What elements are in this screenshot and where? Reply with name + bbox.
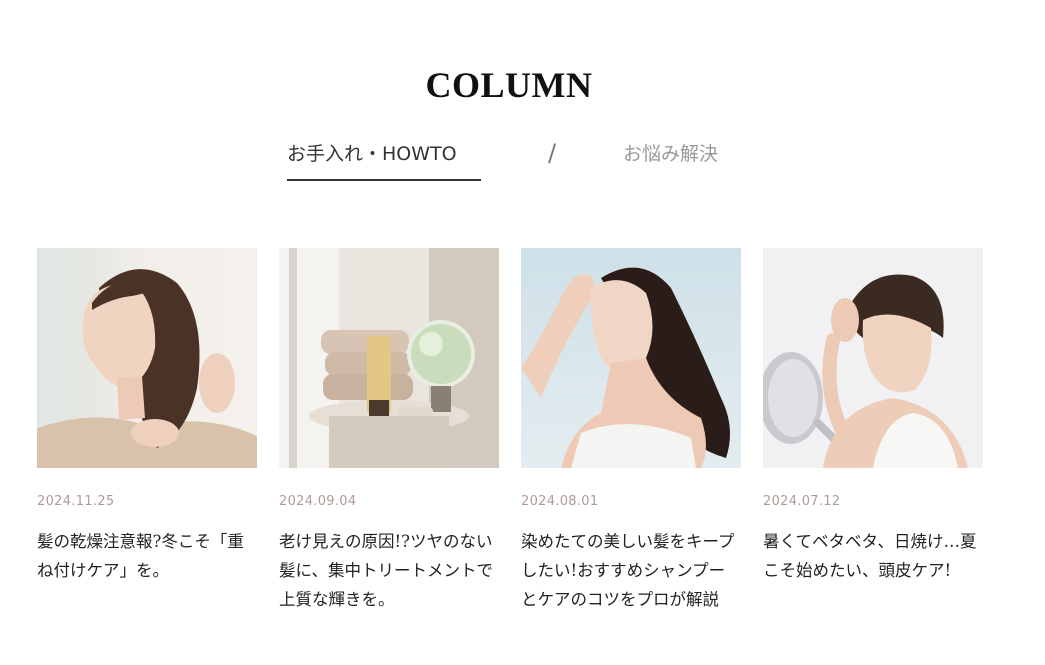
article-thumbnail-woman-with-mirror[interactable] [763, 248, 983, 468]
article-title[interactable]: 老け見えの原因!?ツヤのない髪に、集中トリートメントで上質な輝きを。 [279, 527, 499, 614]
tab-care-howto[interactable]: お手入れ・HOWTO [287, 139, 481, 181]
article-date: 2024.07.12 [763, 494, 841, 509]
article-card[interactable]: 2024.08.01 染めたての美しい髪をキープしたい!おすすめシャンプーとケア… [521, 248, 741, 614]
article-card[interactable]: 2024.09.04 老け見えの原因!?ツヤのない髪に、集中トリートメントで上質… [279, 248, 499, 614]
tab-troubles[interactable]: お悩み解決 [623, 139, 718, 166]
article-title[interactable]: 髪の乾燥注意報?冬こそ「重ね付けケア」を。 [37, 527, 257, 585]
article-card[interactable]: 2024.11.25 髪の乾燥注意報?冬こそ「重ね付けケア」を。 [37, 248, 257, 585]
article-date: 2024.08.01 [521, 494, 599, 509]
page-title: COLUMN [425, 65, 593, 106]
article-date: 2024.09.04 [279, 494, 357, 509]
article-thumbnail-woman-smiling-sky[interactable] [521, 248, 741, 468]
article-thumbnail-woman-touching-hair[interactable] [37, 248, 257, 468]
tab-separator: / [548, 139, 557, 167]
column-tabs: お手入れ・HOWTO / お悩み解決 [0, 135, 1045, 185]
article-card[interactable]: 2024.07.12 暑くてベタベタ、日焼け…夏こそ始めたい、頭皮ケア! [763, 248, 983, 585]
article-title[interactable]: 染めたての美しい髪をキープしたい!おすすめシャンプーとケアのコツをプロが解説 [521, 527, 741, 614]
article-thumbnail-treatment-product[interactable] [279, 248, 499, 468]
article-date: 2024.11.25 [37, 494, 115, 509]
article-title[interactable]: 暑くてベタベタ、日焼け…夏こそ始めたい、頭皮ケア! [763, 527, 983, 585]
